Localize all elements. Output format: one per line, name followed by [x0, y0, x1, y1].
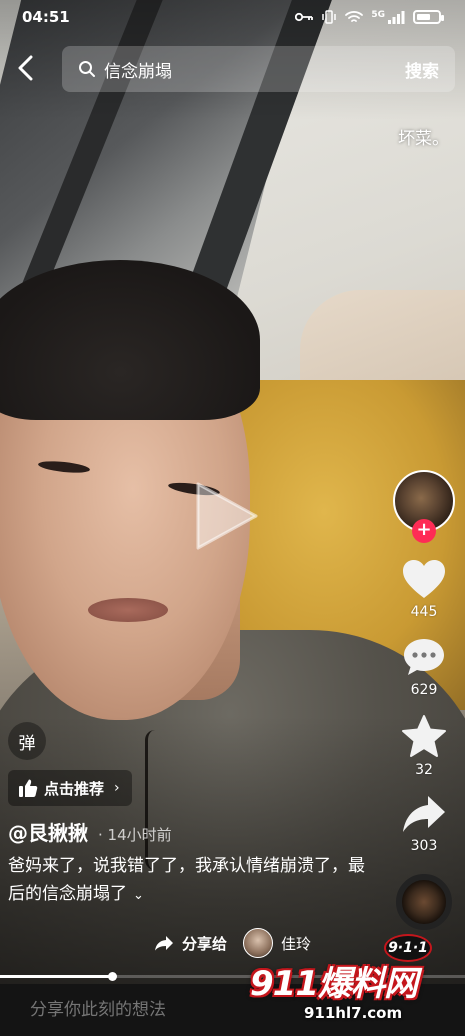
author-name[interactable]: @艮揪揪	[8, 817, 88, 846]
share-arrow-icon	[154, 936, 173, 951]
play-icon	[196, 482, 258, 550]
caption-text: 爸妈来了，说我错了了，我承认情绪崩溃了，最后的信念崩塌了	[8, 856, 365, 904]
comment-count: 629	[410, 682, 438, 698]
action-rail: + 445 629 32 303	[389, 470, 459, 930]
status-bar: 04:51 5G	[0, 0, 465, 34]
hair	[0, 260, 260, 420]
search-box[interactable]: 信念崩塌 搜索	[62, 46, 455, 92]
recommend-button[interactable]: 点击推荐 ›	[8, 770, 132, 806]
wifi-icon	[345, 11, 364, 22]
progress-handle[interactable]	[107, 972, 117, 981]
thumbs-up-icon	[19, 779, 38, 797]
key-icon	[295, 12, 314, 22]
share-button[interactable]: 303	[401, 794, 447, 854]
battery-icon	[413, 10, 444, 24]
heart-icon	[403, 560, 445, 598]
comment-input[interactable]	[30, 1000, 250, 1020]
comment-icon	[404, 639, 444, 675]
favorite-count: 32	[415, 762, 433, 778]
progress-fill	[0, 975, 112, 978]
comment-button[interactable]: 629	[402, 636, 446, 698]
share-arrow-icon	[403, 796, 445, 832]
expand-caption-icon[interactable]: ⌄	[133, 882, 144, 910]
search-input[interactable]: 信念崩塌	[104, 57, 405, 82]
author-row: @艮揪揪 · 14小时前	[8, 817, 172, 846]
chevron-right-icon: ›	[114, 780, 120, 796]
favorite-button[interactable]: 32	[401, 714, 447, 778]
top-bar: 信念崩塌 搜索	[0, 42, 465, 96]
battery-level	[417, 14, 430, 20]
video-overlay-text: 坏菜。	[398, 129, 449, 149]
danmu-toggle[interactable]: 弹	[8, 722, 46, 760]
share-label: 分享给	[181, 934, 227, 953]
star-icon	[402, 715, 446, 757]
post-time: · 14小时前	[98, 826, 172, 844]
like-count: 445	[410, 604, 438, 620]
author-avatar-wrap: +	[393, 470, 455, 543]
mouth	[88, 598, 168, 622]
status-time: 04:51	[22, 8, 70, 26]
follow-button[interactable]: +	[412, 519, 436, 543]
status-icons: 5G	[295, 10, 444, 24]
back-button[interactable]	[10, 52, 42, 84]
search-icon	[79, 61, 95, 77]
signal-icon	[388, 11, 405, 24]
recommend-label: 点击推荐	[44, 779, 105, 798]
watermark-logo: 9·1·1 911爆料网 911hl7.com	[244, 930, 458, 1032]
back-arrow-icon	[18, 55, 33, 81]
watermark-title: 911爆料网	[250, 964, 418, 1004]
video-caption[interactable]: 爸妈来了，说我错了了，我承认情绪崩溃了，最后的信念崩塌了 ⌄	[8, 852, 368, 910]
play-button[interactable]	[192, 478, 262, 554]
network-type: 5G	[371, 10, 385, 20]
watermark-url: 911hl7.com	[304, 1004, 403, 1022]
vibrate-icon	[322, 10, 337, 24]
search-button[interactable]: 搜索	[405, 57, 439, 82]
share-count: 303	[410, 838, 438, 854]
like-button[interactable]: 445	[401, 558, 447, 620]
